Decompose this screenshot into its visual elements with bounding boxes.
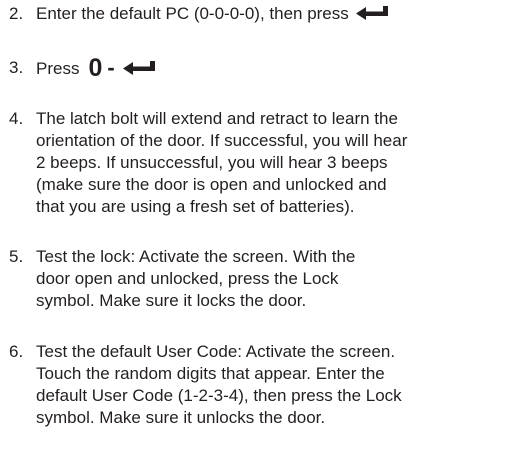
step-line: Press: [36, 59, 80, 78]
step-line: The latch bolt will extend and retract t…: [36, 109, 398, 128]
step-text: Test the default User Code: Activate the…: [36, 341, 510, 429]
step-number: 3.: [9, 58, 24, 77]
step-line: symbol. Make sure it locks the door.: [36, 291, 307, 310]
zero-key: 0: [88, 54, 103, 82]
enter-key-icon: [122, 59, 156, 81]
step-line: Test the lock: Activate the screen. With…: [36, 247, 356, 266]
key-separator: -: [107, 55, 115, 80]
step-text: Enter the default PC (0-0-0-0), then pre…: [36, 3, 510, 26]
step-number: 6.: [9, 342, 24, 361]
step-line: that you are using a fresh set of batter…: [36, 197, 355, 216]
step-number: 5.: [9, 247, 24, 266]
step-number: 2.: [9, 4, 24, 23]
step-line: (make sure the door is open and unlocked…: [36, 175, 387, 194]
step-line: symbol. Make sure it unlocks the door.: [36, 408, 326, 427]
step-line: door open and unlocked, press the Lock: [36, 269, 339, 288]
step-line: Touch the random digits that appear. Ent…: [36, 364, 385, 383]
step-line: Enter the default PC (0-0-0-0), then pre…: [36, 4, 349, 23]
step-text: Test the lock: Activate the screen. With…: [36, 246, 510, 312]
step-line: 2 beeps. If unsuccessful, you will hear …: [36, 153, 388, 172]
step-line: default User Code (1-2-3-4), then press …: [36, 386, 402, 405]
step-line: Test the default User Code: Activate the…: [36, 342, 396, 361]
step-text: The latch bolt will extend and retract t…: [36, 108, 510, 218]
step-line: orientation of the door. If successful, …: [36, 131, 408, 150]
step-text: Press 0-: [36, 54, 510, 82]
step-number: 4.: [9, 109, 24, 128]
enter-key-icon: [355, 4, 389, 26]
